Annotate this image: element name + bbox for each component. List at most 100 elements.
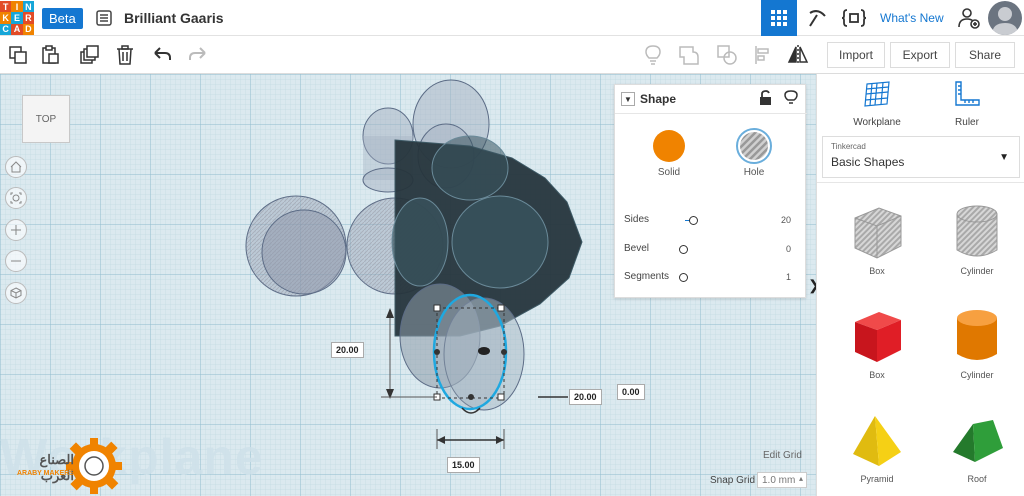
selected-ellipse[interactable] <box>432 293 525 414</box>
undo-icon <box>154 47 171 60</box>
library-item-cylinder[interactable]: Cylinder <box>929 304 1024 380</box>
logo-letter: C <box>0 23 12 35</box>
hole-pattern-icon <box>740 132 768 160</box>
grid-icon <box>771 10 787 26</box>
y-offset-dimension[interactable]: 0.00 <box>617 384 645 400</box>
cube-icon <box>10 287 22 299</box>
tinkercad-logo[interactable]: T I N K E R C A D <box>0 1 34 35</box>
box-icon <box>855 312 901 362</box>
plus-icon <box>11 225 21 235</box>
hole-button[interactable] <box>736 128 772 164</box>
design-menu-icon[interactable] <box>96 10 112 26</box>
workplane-label: Workplane <box>853 117 901 128</box>
x-offset-dimension[interactable]: 20.00 <box>569 389 602 405</box>
segments-slider[interactable] <box>679 273 688 282</box>
mirror-icon <box>787 45 809 65</box>
hole-cylinder-left[interactable] <box>245 195 347 297</box>
ruler-tool[interactable]: Ruler <box>919 80 1015 128</box>
zoom-in-button[interactable] <box>5 219 27 241</box>
collapse-panel-button[interactable]: ▼ <box>621 92 635 106</box>
ruler-label: Ruler <box>955 117 979 128</box>
segments-value[interactable]: 1 <box>765 272 791 282</box>
cylinder-hole-icon <box>956 205 998 257</box>
duplicate-button[interactable] <box>78 43 102 67</box>
invite-user-button[interactable] <box>953 0 985 36</box>
bevel-label: Bevel <box>624 243 650 254</box>
sides-slider[interactable] <box>689 216 698 225</box>
top-bar: T I N K E R C A D Beta Brilliant Gaaris … <box>0 0 1024 36</box>
logo-letter: D <box>22 23 34 35</box>
sides-value[interactable]: 20 <box>765 215 791 225</box>
library-source: Tinkercad <box>831 142 866 151</box>
lock-button[interactable] <box>759 90 773 111</box>
3d-view-button[interactable] <box>761 0 797 36</box>
library-item-roof[interactable]: Roof <box>929 412 1024 484</box>
box-hole-label: Box <box>869 266 885 276</box>
project-title[interactable]: Brilliant Gaaris <box>124 10 224 26</box>
beta-badge: Beta <box>42 8 83 29</box>
zoom-out-button[interactable] <box>5 250 27 272</box>
pyramid-label: Pyramid <box>860 474 894 484</box>
logo-letter: R <box>22 12 34 24</box>
library-item-box-hole[interactable]: Box <box>829 200 925 276</box>
group-button[interactable] <box>677 43 701 67</box>
export-button[interactable]: Export <box>890 42 950 68</box>
library-item-pyramid[interactable]: Pyramid <box>829 412 925 484</box>
cylinder-hole-label: Cylinder <box>960 266 994 276</box>
bevel-value[interactable]: 0 <box>765 244 791 254</box>
align-button[interactable] <box>751 43 775 67</box>
library-item-cylinder-hole[interactable]: Cylinder <box>929 200 1024 276</box>
user-avatar[interactable] <box>988 1 1022 35</box>
share-button[interactable]: Share <box>955 42 1015 68</box>
fit-icon <box>10 192 22 204</box>
inspector-title: Shape <box>640 92 677 106</box>
edit-grid-link[interactable]: Edit Grid <box>763 450 802 461</box>
minus-icon <box>11 260 21 262</box>
caret-down-icon: ▼ <box>624 94 632 104</box>
notes-visibility-button[interactable] <box>784 90 798 111</box>
logo-letter: N <box>22 1 34 13</box>
ungroup-button[interactable] <box>715 43 739 67</box>
logo-letter: A <box>11 23 23 35</box>
shape-library-select[interactable]: Tinkercad Basic Shapes ▼ <box>822 136 1020 178</box>
fit-view-button[interactable] <box>5 187 27 209</box>
perspective-button[interactable] <box>5 282 27 304</box>
width-dimension[interactable]: 15.00 <box>447 457 480 473</box>
araby-makers-logo: الصناع العرب ARABY MAKERS <box>10 438 122 494</box>
avatar-icon <box>992 7 1018 35</box>
cylinder-icon <box>957 310 997 360</box>
bricks-view-button[interactable] <box>801 0 833 36</box>
import-button[interactable]: Import <box>827 42 885 68</box>
add-user-icon <box>958 8 980 29</box>
bevel-slider[interactable] <box>679 245 688 254</box>
snap-grid-value: 1.0 mm <box>762 475 796 486</box>
copy-button[interactable] <box>6 43 30 67</box>
library-name: Basic Shapes <box>831 155 905 169</box>
logo-letter: E <box>11 12 23 24</box>
redo-button[interactable] <box>186 43 210 67</box>
mirror-button[interactable] <box>786 43 810 67</box>
caret-up-icon: ▴ <box>798 474 803 483</box>
paste-button[interactable] <box>38 43 62 67</box>
view-cube[interactable]: TOP <box>22 95 70 143</box>
group-icon <box>679 46 699 65</box>
solid-button[interactable] <box>653 130 685 162</box>
delete-button[interactable] <box>113 43 137 67</box>
snap-grid-label: Snap Grid <box>710 475 756 486</box>
codeblocks-icon <box>841 9 867 27</box>
snap-grid-select[interactable]: 1.0 mm ▴ <box>757 472 807 488</box>
notes-button[interactable] <box>641 43 665 67</box>
workplane-tool[interactable]: Workplane <box>829 80 925 128</box>
sides-label: Sides <box>624 214 650 225</box>
box-label: Box <box>869 370 885 380</box>
home-view-button[interactable] <box>5 156 27 178</box>
logo-letter: I <box>11 1 23 13</box>
library-item-box[interactable]: Box <box>829 304 925 380</box>
logo-letter: T <box>0 1 12 13</box>
workplane-icon <box>864 81 890 107</box>
height-dimension[interactable]: 20.00 <box>331 342 364 358</box>
codeblocks-view-button[interactable] <box>837 0 871 36</box>
whats-new-link[interactable]: What's New <box>880 11 944 25</box>
box-hole-icon <box>854 207 902 259</box>
undo-button[interactable] <box>150 43 174 67</box>
